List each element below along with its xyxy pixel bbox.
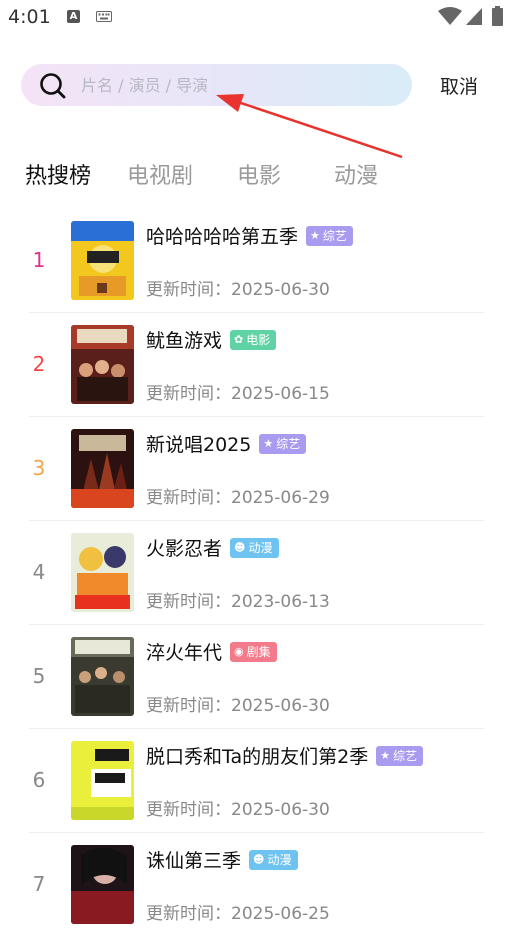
category-tag: ★ 综艺 [376,745,424,766]
list-item[interactable]: 4 火影忍者 ☻ 动漫 更新时间：2023-06-13 [29,520,484,625]
category-tag: ✿ 电影 [230,329,277,350]
item-title: 火影忍者 [146,538,223,560]
update-date: 2025-06-29 [231,488,330,508]
variety-icon: ★ [310,229,320,242]
cancel-button[interactable]: 取消 [440,72,478,99]
item-title: 哈哈哈哈哈第五季 [146,226,299,248]
update-label: 更新时间： [146,592,231,612]
update-time: 更新时间：2025-06-29 [146,483,330,508]
rank-number: 7 [32,872,46,896]
category-tag: ☻ 动漫 [230,537,279,558]
item-title: 诛仙第三季 [146,850,242,872]
status-time: 4:01 [8,6,51,28]
list-item[interactable]: 1 哈哈哈哈哈第五季 ★ 综艺 更新时间：2025-06-30 [29,208,484,313]
tag-label: 动漫 [248,541,273,555]
anime-icon: ☻ [234,541,246,554]
rank-number: 1 [32,248,46,272]
list-item[interactable]: 7 诛仙第三季 ☻ 动漫 更新时间：2025-06-25 [29,832,484,936]
poster-image [71,533,134,612]
tag-label: 电影 [246,333,271,347]
tag-label: 综艺 [393,749,418,763]
category-tag: ★ 综艺 [306,225,353,246]
update-date: 2025-06-30 [231,800,330,820]
title-row: 火影忍者 ☻ 动漫 [146,534,279,561]
status-bar: 4:01 A [0,0,513,36]
rank-number: 3 [32,456,46,480]
category-tag: ☻ 动漫 [249,849,298,870]
cellular-icon [466,8,482,25]
battery-icon [492,6,503,26]
variety-icon: ★ [263,437,274,450]
title-row: 诛仙第三季 ☻ 动漫 [146,846,298,873]
title-row: 新说唱2025 ★ 综艺 [146,430,307,457]
item-title: 脱口秀和Ta的朋友们第2季 [146,746,369,768]
search-bar[interactable] [21,64,412,106]
update-label: 更新时间： [146,280,231,300]
title-row: 鱿鱼游戏 ✿ 电影 [146,326,277,353]
update-time: 更新时间：2025-06-30 [146,275,330,300]
update-label: 更新时间： [146,384,231,404]
poster-image [71,845,134,924]
update-label: 更新时间： [146,904,231,924]
poster-image [71,221,134,300]
item-title: 鱿鱼游戏 [146,330,223,352]
drama-icon: ◉ [234,645,244,658]
list-item[interactable]: 6 脱口秀和Ta的朋友们第2季 ★ 综艺 更新时间：2025-06-30 [29,728,484,833]
update-label: 更新时间： [146,488,231,508]
search-input[interactable] [81,64,401,106]
anime-icon: ☻ [253,853,265,866]
search-icon [40,73,66,99]
variety-icon: ★ [380,749,391,762]
rank-number: 5 [32,664,46,688]
update-date: 2025-06-30 [231,280,330,300]
update-date: 2025-06-15 [231,384,330,404]
a-badge-icon: A [67,10,80,23]
update-date: 2025-06-30 [231,696,330,716]
poster-image [71,637,134,716]
list-item[interactable]: 3 新说唱2025 ★ 综艺 更新时间：2025-06-29 [29,416,484,521]
poster-image [71,741,134,820]
wifi-icon [438,7,462,25]
tag-label: 综艺 [276,437,301,451]
update-time: 更新时间：2023-06-13 [146,587,330,612]
rank-number: 4 [32,560,46,584]
tab-hot-search[interactable]: 热搜榜 [25,158,91,190]
title-row: 淬火年代 ◉ 剧集 [146,638,277,665]
title-row: 脱口秀和Ta的朋友们第2季 ★ 综艺 [146,742,424,769]
rank-number: 6 [32,768,46,792]
tag-label: 剧集 [246,645,271,659]
keyboard-icon [96,11,112,22]
poster-image [71,325,134,404]
update-time: 更新时间：2025-06-15 [146,379,330,404]
update-label: 更新时间： [146,696,231,716]
list-item[interactable]: 5 淬火年代 ◉ 剧集 更新时间：2025-06-30 [29,624,484,729]
tag-label: 动漫 [267,853,292,867]
poster-image [71,429,134,508]
category-tag: ◉ 剧集 [230,641,277,662]
list-item[interactable]: 2 鱿鱼游戏 ✿ 电影 更新时间：2025-06-15 [29,312,484,417]
title-row: 哈哈哈哈哈第五季 ★ 综艺 [146,222,353,249]
update-time: 更新时间：2025-06-30 [146,691,330,716]
update-label: 更新时间： [146,800,231,820]
item-title: 淬火年代 [146,642,223,664]
rank-number: 2 [32,352,46,376]
update-date: 2023-06-13 [231,592,330,612]
category-tag: ★ 综艺 [259,433,307,454]
update-time: 更新时间：2025-06-30 [146,795,330,820]
tab-anime[interactable]: 动漫 [334,158,378,190]
update-date: 2025-06-25 [231,904,330,924]
category-tabs: 热搜榜 电视剧 电影 动漫 [0,158,513,194]
tab-tv-series[interactable]: 电视剧 [127,158,193,190]
tab-movies[interactable]: 电影 [237,158,281,190]
item-title: 新说唱2025 [146,434,252,456]
film-reel-icon: ✿ [234,333,244,346]
tag-label: 综艺 [322,229,347,243]
